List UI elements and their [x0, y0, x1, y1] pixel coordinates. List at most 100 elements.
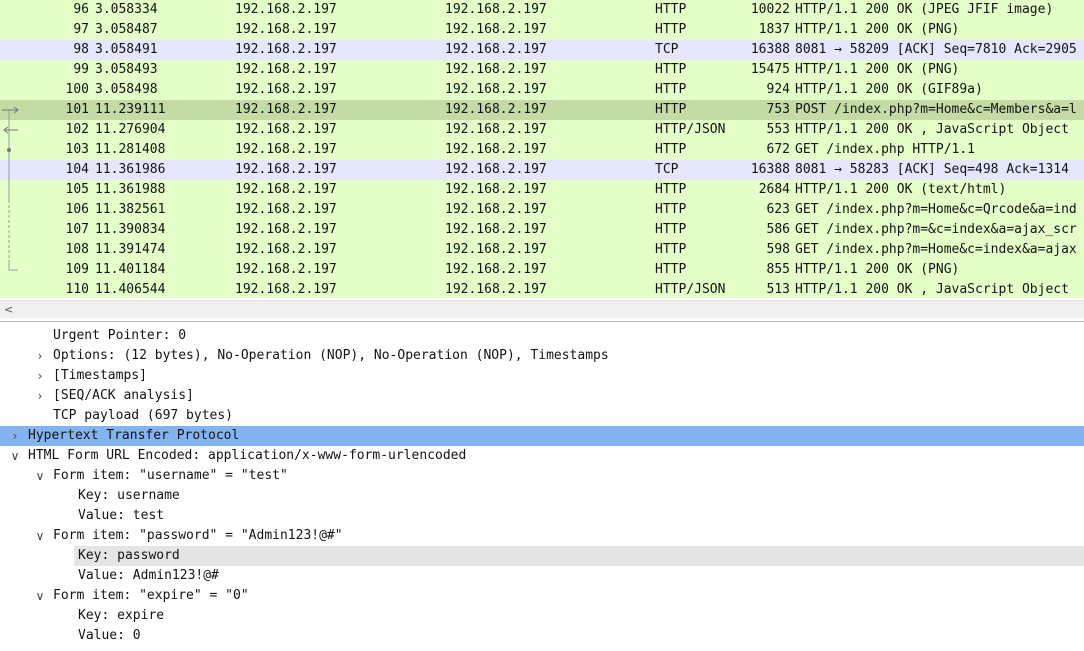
packet-source: 192.168.2.197	[235, 142, 337, 157]
related-packet-line-icon	[0, 260, 24, 280]
detail-tree-item[interactable]: Key: password	[0, 546, 1084, 566]
packet-info: GET /index.php HTTP/1.1	[795, 142, 976, 157]
detail-tree-item[interactable]: ∨ Form item: "username" = "test"	[0, 466, 1084, 486]
packet-row[interactable]: 96 3.058334 192.168.2.197 192.168.2.197 HTTP…	[0, 0, 1084, 20]
detail-tree-label: Form item: "expire" = "0"	[53, 588, 249, 603]
packet-length: 672	[766, 142, 790, 157]
packet-info: HTTP/1.1 200 OK (JPEG JFIF image)	[795, 2, 1054, 17]
detail-tree-item[interactable]: › Hypertext Transfer Protocol	[0, 426, 1084, 446]
packet-row[interactable]: 104 11.361986 192.168.2.197 192.168.2.197 TC…	[0, 160, 1084, 180]
detail-tree-item[interactable]: ∨ HTML Form URL Encoded: application/x-ww…	[0, 446, 1084, 466]
packet-destination: 192.168.2.197	[445, 42, 547, 57]
packet-time: 3.058498	[95, 82, 158, 97]
packet-row[interactable]: 107 11.390834 192.168.2.197 192.168.2.197 HT…	[0, 220, 1084, 240]
packet-row[interactable]: 103 11.281408 192.168.2.197 192.168.2.197 HT…	[0, 140, 1084, 160]
detail-tree-item[interactable]: Key: username	[0, 486, 1084, 506]
packet-destination: 192.168.2.197	[445, 142, 547, 157]
detail-tree-label: Urgent Pointer: 0	[53, 328, 187, 343]
detail-tree-item[interactable]: TCP payload (697 bytes)	[0, 406, 1084, 426]
detail-tree-item[interactable]: Urgent Pointer: 0	[0, 326, 1084, 346]
packet-time: 11.390834	[95, 222, 166, 237]
detail-tree-item[interactable]: Key: expire	[0, 606, 1084, 626]
related-packet-line-icon	[0, 160, 24, 180]
packet-destination: 192.168.2.197	[445, 102, 547, 117]
detail-tree-item[interactable]: ∨ Form item: "expire" = "0"	[0, 586, 1084, 606]
related-packet-line-icon	[0, 120, 24, 140]
packet-number: 108	[65, 242, 89, 257]
packet-destination: 192.168.2.197	[445, 222, 547, 237]
packet-destination: 192.168.2.197	[445, 182, 547, 197]
packet-number: 102	[65, 122, 89, 137]
packet-row[interactable]: 110 11.406544 192.168.2.197 192.168.2.197 HT…	[0, 280, 1084, 298]
packet-length: 2684	[758, 182, 790, 197]
related-packet-line-icon	[0, 240, 24, 260]
packet-time: 11.382561	[95, 202, 166, 217]
packet-length: 513	[766, 282, 790, 297]
packet-info: GET /index.php?m=&c=index&a=ajax_scr	[795, 222, 1077, 237]
chevron-right-icon[interactable]: ›	[33, 386, 47, 406]
packet-number: 104	[65, 162, 89, 177]
packet-list[interactable]: 96 3.058334 192.168.2.197 192.168.2.197 HTTP…	[0, 0, 1084, 298]
packet-row[interactable]: 105 11.361988 192.168.2.197 192.168.2.197 HT…	[0, 180, 1084, 200]
packet-info: HTTP/1.1 200 OK , JavaScript Object	[795, 282, 1069, 297]
detail-focus-highlight	[74, 546, 1084, 566]
detail-tree-label: Key: username	[78, 488, 180, 503]
packet-number: 106	[65, 202, 89, 217]
packet-length: 586	[766, 222, 790, 237]
packet-row[interactable]: 102 11.276904 192.168.2.197 192.168.2.197 HT…	[0, 120, 1084, 140]
packet-row[interactable]: 98 3.058491 192.168.2.197 192.168.2.197 TCP 1…	[0, 40, 1084, 60]
detail-tree-item[interactable]: Value: Admin123!@#	[0, 566, 1084, 586]
packet-row[interactable]: 100 3.058498 192.168.2.197 192.168.2.197 HTT…	[0, 80, 1084, 100]
detail-tree-item[interactable]: › [Timestamps]	[0, 366, 1084, 386]
packet-row[interactable]: 108 11.391474 192.168.2.197 192.168.2.197 HT…	[0, 240, 1084, 260]
packet-destination: 192.168.2.197	[445, 242, 547, 257]
packet-time: 3.058493	[95, 62, 158, 77]
packet-time: 11.391474	[95, 242, 166, 257]
packet-protocol: HTTP	[655, 22, 687, 37]
chevron-right-icon[interactable]: ›	[33, 366, 47, 386]
detail-tree-item[interactable]: › [SEQ/ACK analysis]	[0, 386, 1084, 406]
related-packet-line-icon	[0, 220, 24, 240]
packet-destination: 192.168.2.197	[445, 202, 547, 217]
packet-protocol: HTTP	[655, 62, 687, 77]
detail-tree-label: Value: test	[78, 508, 165, 523]
packet-destination: 192.168.2.197	[445, 122, 547, 137]
chevron-down-icon[interactable]: ∨	[33, 586, 47, 606]
related-packet-line-icon	[0, 200, 24, 220]
packet-details-tree[interactable]: Urgent Pointer: 0 › Options: (12 bytes), N…	[0, 326, 1084, 651]
detail-tree-item[interactable]: › Options: (12 bytes), No-Operation (NOP)…	[0, 346, 1084, 366]
packet-destination: 192.168.2.197	[445, 82, 547, 97]
packet-row[interactable]: 97 3.058487 192.168.2.197 192.168.2.197 HTTP…	[0, 20, 1084, 40]
packet-info: POST /index.php?m=Home&c=Members&a=l	[795, 102, 1077, 117]
chevron-down-icon[interactable]: ∨	[33, 466, 47, 486]
packet-time: 11.239111	[95, 102, 166, 117]
packet-number: 97	[73, 22, 89, 37]
packet-length: 10022	[750, 2, 790, 17]
chevron-right-icon[interactable]: ›	[33, 346, 47, 366]
chevron-down-icon[interactable]: ∨	[33, 526, 47, 546]
detail-tree-item[interactable]: ∨ Form item: "password" = "Admin123!@#"	[0, 526, 1084, 546]
packet-info: GET /index.php?m=Home&c=index&a=ajax	[795, 242, 1077, 257]
packet-length: 623	[766, 202, 790, 217]
packet-length: 924	[766, 82, 790, 97]
horizontal-scrollbar[interactable]: <	[0, 300, 1084, 318]
packet-row[interactable]: 99 3.058493 192.168.2.197 192.168.2.197 HTTP…	[0, 60, 1084, 80]
scroll-left-icon[interactable]: <	[4, 301, 13, 318]
detail-tree-label: [Timestamps]	[53, 368, 147, 383]
chevron-down-icon[interactable]: ∨	[8, 446, 22, 466]
packet-row[interactable]: 106 11.382561 192.168.2.197 192.168.2.197 HT…	[0, 200, 1084, 220]
packet-number: 100	[65, 82, 89, 97]
packet-time: 11.406544	[95, 282, 166, 297]
detail-tree-item[interactable]: Value: 0	[0, 626, 1084, 646]
packet-info: HTTP/1.1 200 OK (PNG)	[795, 22, 960, 37]
detail-tree-label: Value: Admin123!@#	[78, 568, 219, 583]
chevron-right-icon[interactable]: ›	[8, 426, 22, 446]
detail-tree-label: Options: (12 bytes), No-Operation (NOP),…	[53, 348, 609, 363]
detail-tree-item[interactable]: Value: test	[0, 506, 1084, 526]
packet-time: 11.401184	[95, 262, 166, 277]
packet-row[interactable]: 109 11.401184 192.168.2.197 192.168.2.197 HT…	[0, 260, 1084, 280]
packet-time: 11.281408	[95, 142, 166, 157]
detail-tree-label: HTML Form URL Encoded: application/x-www…	[28, 448, 467, 463]
packet-source: 192.168.2.197	[235, 202, 337, 217]
packet-row-selected[interactable]: 101 11.239111 192.168.2.197 192.168.2.197 HT…	[0, 100, 1084, 120]
